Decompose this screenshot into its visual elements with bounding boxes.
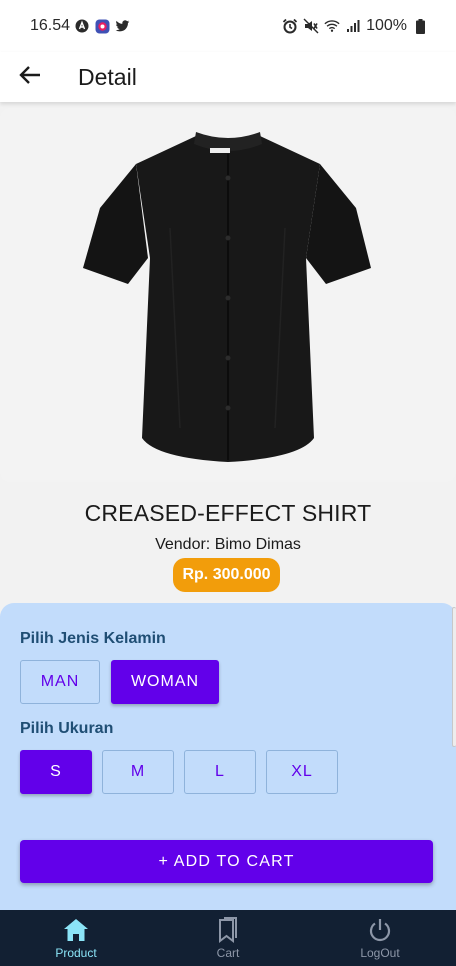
scroll-edge [452,607,456,747]
add-to-cart-button[interactable]: + ADD TO CART [20,840,433,883]
vendor-name: Bimo Dimas [214,536,301,553]
app-bar: Detail [0,52,456,102]
vendor-label: Vendor: [155,536,211,553]
size-option-l[interactable]: L [184,750,256,794]
bookmark-icon [214,916,242,944]
nav-item-logout[interactable]: LogOut [304,910,456,966]
status-time: 16.54 [30,17,71,34]
nav-item-product[interactable]: Product [0,910,152,966]
power-icon [366,916,394,944]
options-panel: Pilih Jenis Kelamin MAN WOMAN Pilih Ukur… [0,603,456,910]
vendor-line: Vendor: Bimo Dimas [0,536,456,554]
app-a-icon [74,18,90,34]
back-button[interactable] [10,57,50,97]
nav-label-product: Product [55,946,97,960]
app-badge-icon [94,18,110,34]
product-name: CREASED-EFFECT SHIRT [84,500,372,526]
gender-option-man[interactable]: MAN [20,660,100,704]
twitter-icon [114,18,130,34]
size-option-s[interactable]: S [20,750,92,794]
price-badge: Rp. 300.000 [173,558,280,592]
status-left: 16.54 [30,17,130,35]
battery-percent: 100% [366,17,407,34]
mute-icon [303,18,319,34]
size-section-label: Pilih Ukuran [20,720,114,737]
size-option-m[interactable]: M [102,750,174,794]
product-image [0,108,456,482]
size-option-xl[interactable]: XL [266,750,338,794]
status-bar: 16.54 100% [0,0,456,52]
bottom-nav: Product Cart LogOut [0,910,456,966]
gender-section-label: Pilih Jenis Kelamin [20,630,166,647]
nav-label-cart: Cart [216,946,240,960]
alarm-icon [282,18,298,34]
product-detail: CREASED-EFFECT SHIRT Vendor: Bimo Dimas … [0,102,456,910]
home-icon [62,916,90,944]
nav-item-cart[interactable]: Cart [152,910,304,966]
gender-option-woman[interactable]: WOMAN [111,660,219,704]
arrow-left-icon [19,65,41,90]
nav-label-logout: LogOut [360,946,400,960]
page-title: Detail [78,63,137,90]
signal-icon [345,18,361,34]
battery-icon [412,18,428,34]
wifi-icon [324,18,340,34]
shirt-image [83,132,371,462]
status-right: 100% [282,17,428,35]
